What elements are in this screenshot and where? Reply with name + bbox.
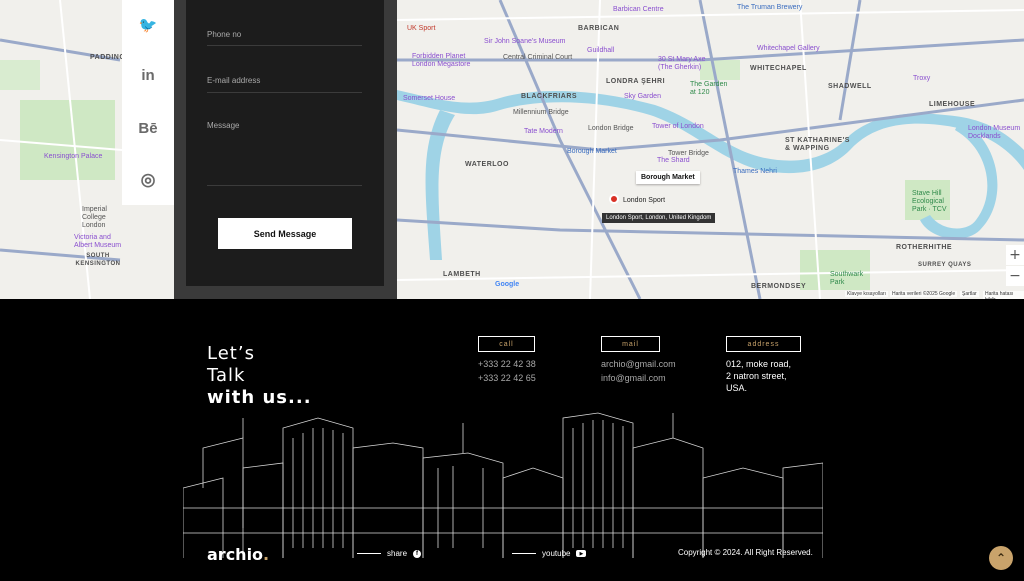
address-line-1: 012, moke road, — [726, 359, 792, 369]
map-label-va[interactable]: Victoria and Albert Museum — [74, 234, 124, 250]
map-label-barbican[interactable]: Barbican Centre — [613, 6, 664, 13]
map-attr-shortcuts[interactable]: Klavye kısayolları — [845, 291, 888, 297]
map-label-bermondsey: BERMONDSEY — [751, 283, 807, 290]
youtube-link[interactable]: youtube ▶ — [512, 549, 587, 558]
youtube-label: youtube — [542, 549, 571, 558]
youtube-line — [512, 553, 536, 554]
talk-line-1: Let’s — [207, 343, 255, 364]
address-line-3: USA. — [726, 383, 748, 393]
phone-1[interactable]: +333 22 42 38 — [478, 357, 536, 371]
map-label-st-katharine: ST KATHARINE'S & WAPPING — [785, 137, 850, 152]
twitter-icon[interactable]: 🐦 — [122, 10, 174, 40]
phone-list: +333 22 42 38 +333 22 42 65 — [478, 357, 536, 385]
map-label-ccc[interactable]: Central Criminal Court — [503, 54, 572, 61]
map-label-limehouse: LIMEHOUSE — [929, 101, 976, 108]
map-label-kensington-palace[interactable]: Kensington Palace — [44, 153, 102, 160]
map-label-shadwell: SHADWELL — [828, 83, 872, 90]
map-tooltip-borough[interactable]: Borough Market — [636, 171, 700, 184]
address-list: 012, moke road, 2 natron street, USA. — [726, 358, 791, 394]
map-label-shard[interactable]: The Shard — [657, 157, 690, 164]
map-label-blackfriars: BLACKFRIARS — [521, 93, 578, 100]
map-label-waterloo: WATERLOO — [465, 161, 509, 168]
map-label-imperial[interactable]: Imperial College London — [82, 206, 120, 230]
map-label-truman[interactable]: The Truman Brewery — [737, 4, 802, 11]
share-line — [357, 553, 381, 554]
talk-line-2: Talk — [207, 365, 246, 386]
city-skyline-illustration — [183, 412, 823, 558]
address-line-2: 2 natron street, — [726, 371, 787, 381]
map-label-soane[interactable]: Sir John Soane's Museum — [484, 38, 566, 45]
map-label-borough-market[interactable]: Borough Market — [567, 148, 617, 155]
zoom-out-button[interactable]: − — [1006, 266, 1024, 286]
map-label-tate[interactable]: Tate Modern — [524, 128, 563, 135]
mail-tag: mail — [601, 336, 660, 352]
call-tag: call — [478, 336, 535, 352]
map-label-londra: LONDRA ŞEHRI — [606, 78, 666, 85]
map-label-surrey-quays: SURREY QUAYS — [918, 262, 972, 268]
social-sidebar: 🐦 in Bē ◎ — [122, 0, 174, 205]
map-label-whitechapel: WHITECHAPEL — [750, 65, 807, 72]
email-field[interactable]: E-mail address — [207, 76, 362, 93]
email-2[interactable]: info@gmail.com — [601, 371, 676, 385]
map-attr-report[interactable]: Harita hatası bildir — [983, 291, 1024, 299]
dribbble-icon[interactable]: ◎ — [122, 165, 174, 195]
contact-map-section: Barbican Centre The Truman Brewery UK Sp… — [0, 0, 1024, 299]
map-tooltip-london-sport: London Sport, London, United Kingdom — [602, 213, 716, 223]
footer-logo[interactable]: archio. — [207, 545, 269, 564]
map-label-stave-hill[interactable]: Stave Hill Ecological Park · TCV — [912, 190, 954, 214]
message-field[interactable]: Message — [207, 121, 362, 186]
map-label-troxy[interactable]: Troxy — [913, 75, 930, 82]
map-label-whitechapel-gallery[interactable]: Whitechapel Gallery — [757, 45, 820, 52]
map-label-sky-garden[interactable]: Sky Garden — [624, 93, 661, 100]
map-label-southwark-park[interactable]: Southwark Park — [830, 271, 870, 287]
form-panel: Phone no E-mail address Message Send Mes… — [174, 0, 397, 299]
map-label-uk-sport[interactable]: UK Sport — [407, 25, 435, 32]
email-list: archio@gmail.com info@gmail.com — [601, 357, 676, 385]
logo-text: archio — [207, 545, 264, 564]
map-marker-label[interactable]: London Sport — [623, 197, 665, 204]
map-label-guildhall[interactable]: Guildhall — [587, 47, 614, 54]
phone-field[interactable]: Phone no — [207, 30, 362, 46]
map-label-barbican-area: BARBICAN — [578, 25, 620, 32]
address-tag: address — [726, 336, 801, 352]
copyright: Copyright © 2024. All Right Reserved. — [678, 548, 813, 557]
share-label: share — [387, 549, 408, 558]
map-label-london-museum[interactable]: London Museum Docklands — [968, 125, 1024, 141]
linkedin-icon[interactable]: in — [122, 60, 174, 90]
map-label-garden-120[interactable]: The Garden at 120 — [690, 81, 730, 97]
send-message-button[interactable]: Send Message — [218, 218, 352, 249]
map-label-gherkin[interactable]: 30 St Mary Axe (The Gherkin) — [658, 56, 714, 72]
map-marker-pin[interactable] — [609, 194, 619, 204]
map-label-lambeth: LAMBETH — [443, 271, 481, 278]
share-link[interactable]: share f — [357, 549, 422, 558]
scroll-to-top-button[interactable]: ⌃ — [989, 546, 1013, 570]
map-label-somerset[interactable]: Somerset House — [403, 95, 455, 102]
behance-icon[interactable]: Bē — [122, 113, 174, 143]
facebook-icon: f — [413, 549, 422, 558]
google-logo: Google — [495, 281, 520, 288]
email-1[interactable]: archio@gmail.com — [601, 357, 676, 371]
map-attr-data: Harita verileri ©2025 Google — [890, 291, 958, 297]
map-label-millennium[interactable]: Millennium Bridge — [513, 109, 569, 116]
map-label-tower-bridge[interactable]: Tower Bridge — [668, 150, 709, 157]
map-label-tower-of-london[interactable]: Tower of London — [652, 123, 704, 130]
logo-dot: . — [263, 545, 270, 564]
map-label-rotherhithe: ROTHERHITHE — [896, 244, 953, 251]
map-label-london-bridge[interactable]: London Bridge — [588, 125, 634, 132]
map-label-south-kensington: SOUTH KENSINGTON — [75, 253, 121, 267]
map-attr-terms[interactable]: Şartlar — [960, 291, 979, 297]
talk-line-3: with us... — [207, 387, 312, 408]
footer: Let’s Talk with us... call mail address … — [0, 299, 1024, 581]
phone-2[interactable]: +333 22 42 65 — [478, 371, 536, 385]
map-label-forbidden-planet[interactable]: Forbidden Planet London Megastore — [412, 53, 484, 69]
map-label-thames: Thames Nehri — [733, 168, 777, 175]
youtube-icon: ▶ — [576, 550, 587, 557]
zoom-in-button[interactable]: + — [1006, 245, 1024, 265]
contact-form: Phone no E-mail address Message Send Mes… — [186, 0, 384, 286]
